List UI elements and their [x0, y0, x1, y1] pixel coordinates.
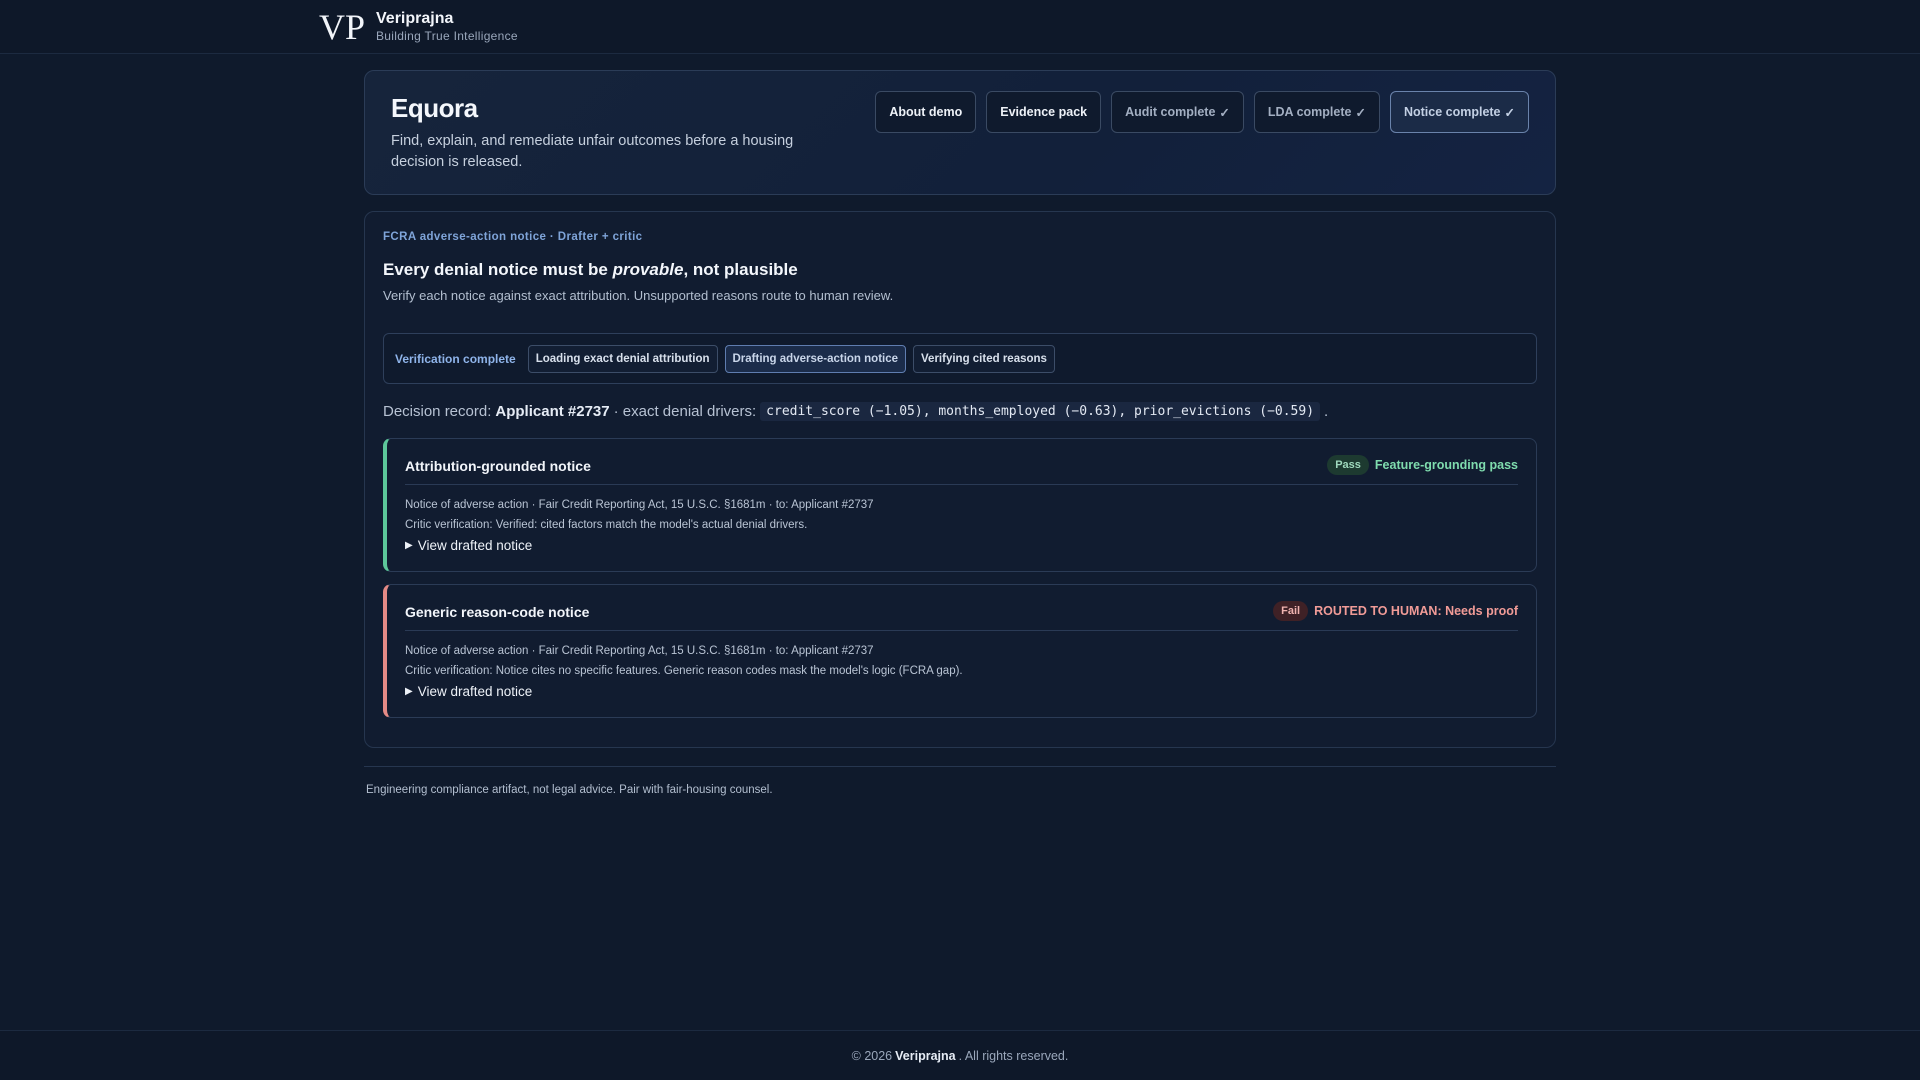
- verification-status: Verification complete: [395, 351, 516, 366]
- view-drafted-notice-toggle[interactable]: ▶ View drafted notice: [405, 684, 532, 699]
- status-text: ROUTED TO HUMAN: Needs proof: [1314, 604, 1518, 618]
- brand-tagline: Building True Intelligence: [376, 28, 518, 43]
- notice-title: Generic reason-code notice: [405, 604, 590, 620]
- check-icon: ✓: [1219, 105, 1230, 120]
- brand-name: Veriprajna: [376, 9, 454, 27]
- triangle-right-icon: ▶: [405, 686, 413, 697]
- audit-complete-button[interactable]: Audit complete ✓: [1111, 91, 1244, 133]
- verification-steps: Verification complete Loading exact deni…: [383, 333, 1537, 384]
- view-drafted-notice-toggle[interactable]: ▶ View drafted notice: [405, 538, 532, 553]
- notice-header-line: Notice of adverse action · Fair Credit R…: [405, 645, 874, 657]
- divider: [405, 484, 1518, 485]
- evidence-pack-button[interactable]: Evidence pack: [986, 91, 1102, 133]
- check-icon: ✓: [1504, 105, 1515, 120]
- page-title: Equora: [391, 93, 478, 123]
- hero-subtitle: Find, explain, and remediate unfair outc…: [391, 133, 794, 170]
- brand[interactable]: VP Veriprajna Building True Intelligence: [319, 8, 518, 44]
- notice-title: Attribution-grounded notice: [405, 458, 591, 474]
- panel-title-emphasis: provable: [612, 260, 684, 279]
- lda-complete-button[interactable]: LDA complete ✓: [1253, 91, 1380, 133]
- divider: [364, 766, 1556, 767]
- status-text: Feature-grounding pass: [1374, 458, 1518, 472]
- about-demo-button[interactable]: About demo: [875, 91, 977, 133]
- veriprajna-logo: VP: [319, 8, 365, 44]
- attribution-grounded-notice: Attribution-grounded notice Pass Feature…: [383, 438, 1537, 572]
- disclaimer: Engineering compliance artifact, not leg…: [366, 784, 773, 796]
- divider: [405, 630, 1518, 631]
- notice-panel: FCRA adverse-action notice · Drafter + c…: [364, 211, 1556, 748]
- panel-eyebrow: FCRA adverse-action notice · Drafter + c…: [383, 231, 643, 243]
- step-loading-attribution[interactable]: Loading exact denial attribution: [527, 344, 718, 373]
- critic-verification: Critic verification: Verified: cited fac…: [405, 519, 808, 531]
- notice-header-line: Notice of adverse action · Fair Credit R…: [405, 499, 874, 511]
- top-header: VP Veriprajna Building True Intelligence: [0, 0, 1920, 54]
- step-drafting-notice[interactable]: Drafting adverse-action notice: [724, 344, 907, 373]
- hero-actions: About demo Evidence pack Audit complete ✓…: [875, 91, 1529, 133]
- step-verifying-reasons[interactable]: Verifying cited reasons: [913, 344, 1055, 373]
- critic-verification: Critic verification: Notice cites no spe…: [405, 665, 963, 677]
- notice-complete-button[interactable]: Notice complete ✓: [1389, 91, 1529, 133]
- notice-status: Fail ROUTED TO HUMAN: Needs proof: [1273, 601, 1518, 621]
- denial-drivers: credit_score (−1.05), months_employed (−…: [760, 402, 1321, 421]
- generic-reason-code-notice: Generic reason-code notice Fail ROUTED T…: [383, 584, 1537, 718]
- panel-subtitle: Verify each notice against exact attribu…: [383, 288, 894, 303]
- panel-title: Every denial notice must be provable, no…: [383, 260, 798, 279]
- check-icon: ✓: [1355, 105, 1366, 120]
- applicant-id: Applicant #2737: [495, 403, 610, 420]
- triangle-right-icon: ▶: [405, 540, 413, 551]
- footer-brand[interactable]: Veriprajna: [895, 1049, 955, 1063]
- notice-status: Pass Feature-grounding pass: [1327, 455, 1518, 475]
- svg-text:VP: VP: [319, 8, 365, 44]
- page-footer: © 2026 Veriprajna . All rights reserved.: [0, 1030, 1920, 1080]
- decision-record: Decision record: Applicant #2737 · exact…: [383, 402, 1329, 421]
- status-badge: Pass: [1327, 455, 1369, 475]
- hero-card: Equora Find, explain, and remediate unfa…: [364, 70, 1556, 195]
- status-badge: Fail: [1273, 601, 1309, 621]
